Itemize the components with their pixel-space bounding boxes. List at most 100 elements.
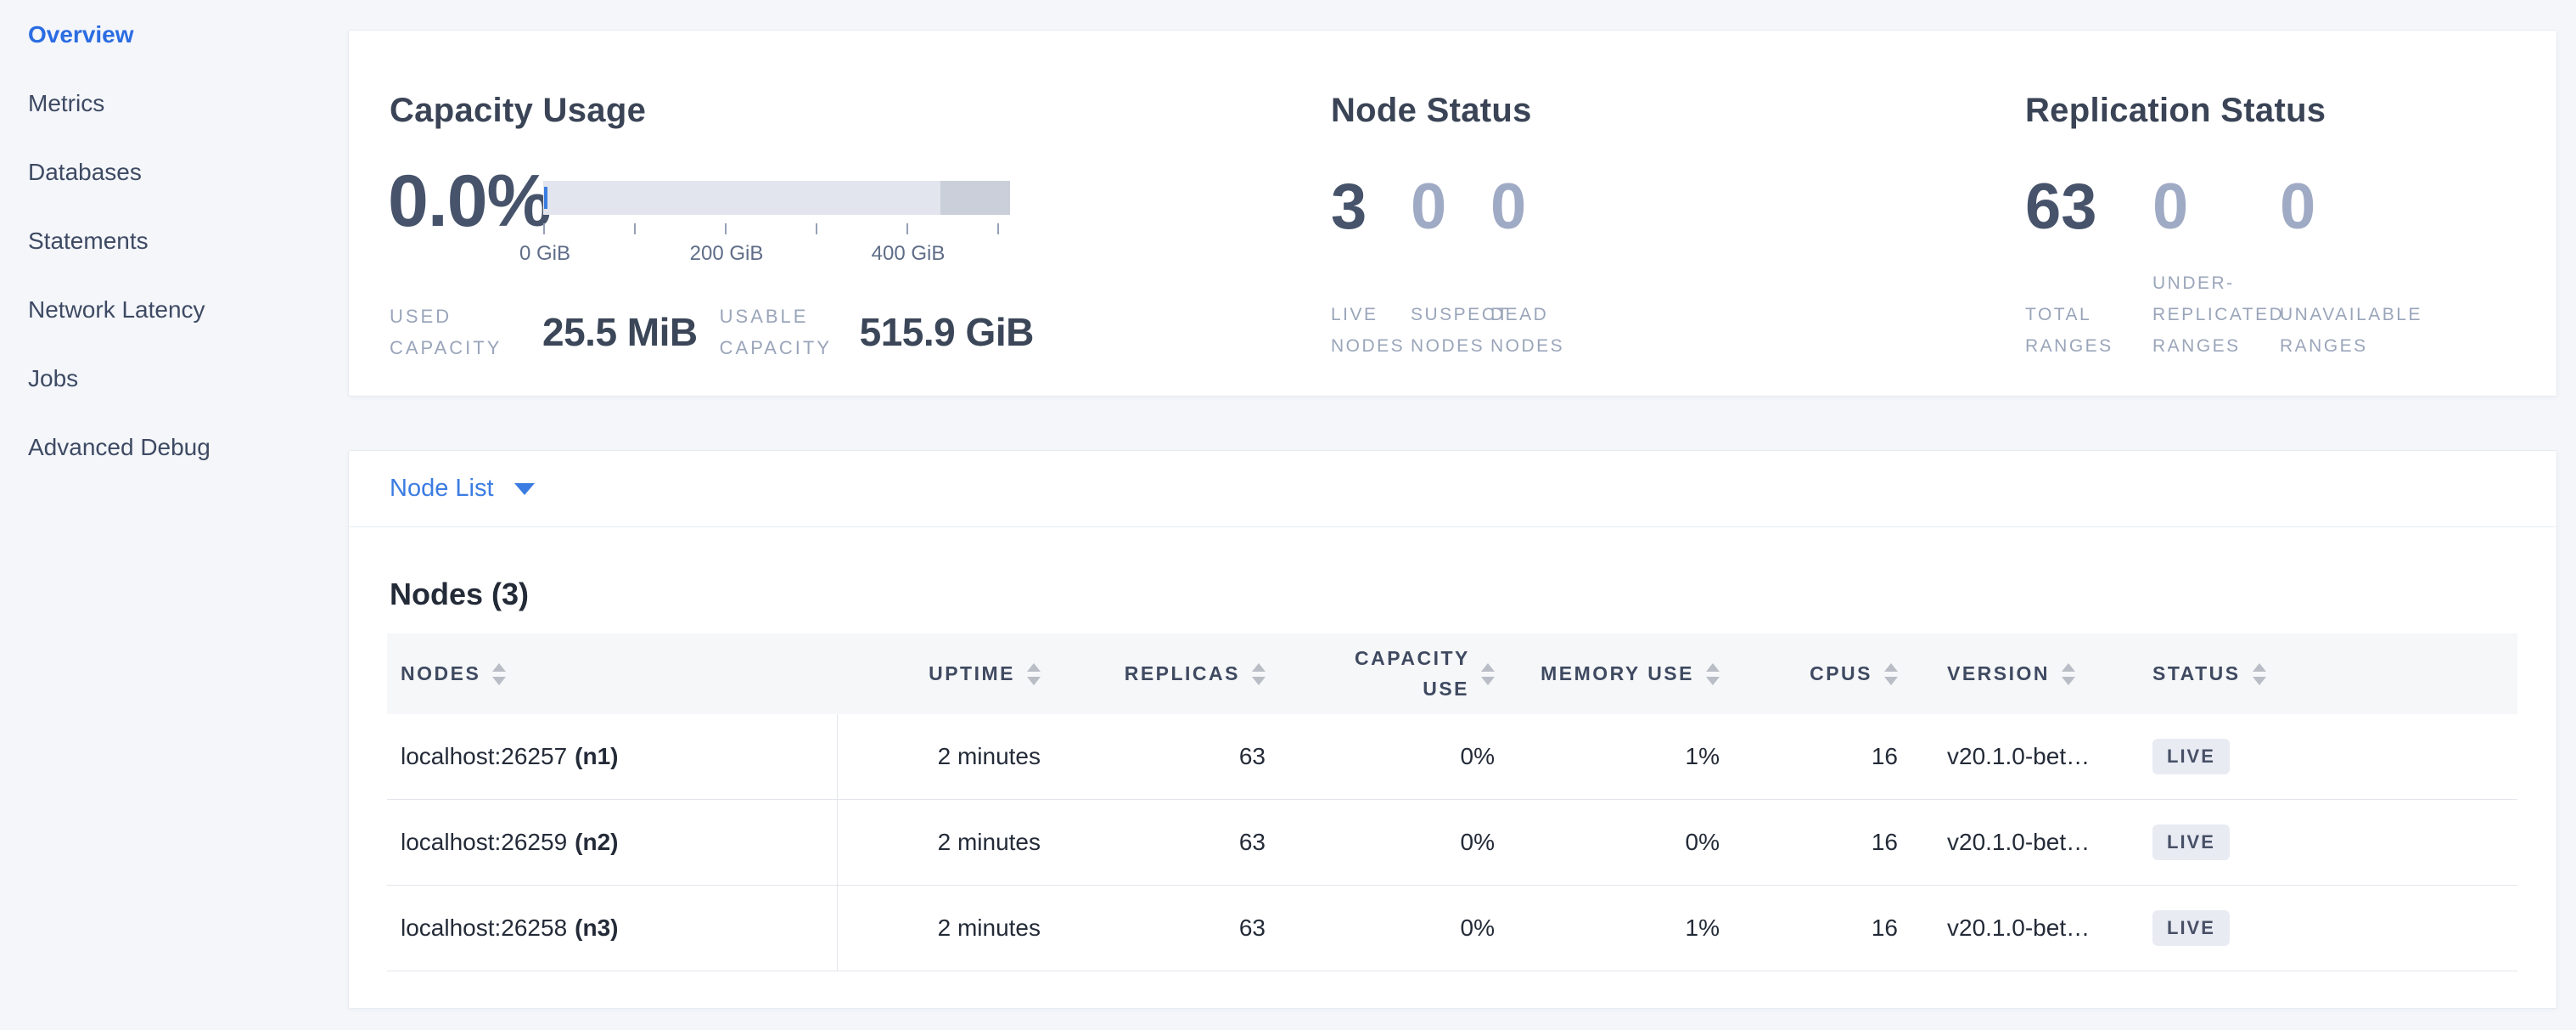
capacity-gauge-used-marker bbox=[544, 187, 547, 209]
node-id: (n3) bbox=[575, 915, 618, 942]
used-capacity-label: USED CAPACITY bbox=[390, 301, 542, 363]
column-label: NODES bbox=[401, 662, 480, 685]
column-label: MEMORY USE bbox=[1541, 662, 1694, 685]
memory-use-cell: 1% bbox=[1495, 886, 1720, 971]
axis-tick bbox=[906, 223, 908, 234]
sidebar-item-jobs[interactable]: Jobs bbox=[0, 344, 348, 413]
total-ranges-label: TOTAL RANGES bbox=[2025, 258, 2123, 362]
dead-nodes-label: DEAD NODES bbox=[1490, 258, 1570, 362]
live-nodes-stat: 3 LIVE NODES bbox=[1331, 175, 1411, 362]
node-status-stats: 3 LIVE NODES 0 SUSPECT NODES 0 DEAD NODE… bbox=[1331, 175, 1570, 362]
column-header-memory-use[interactable]: MEMORY USE bbox=[1495, 662, 1720, 685]
sidebar-item-overview[interactable]: Overview bbox=[0, 0, 348, 69]
node-id: (n1) bbox=[575, 743, 618, 770]
uptime-cell: 2 minutes bbox=[838, 714, 1041, 799]
unavailable-ranges-stat: 0 UNAVAILABLE RANGES bbox=[2280, 175, 2433, 362]
node-id: (n2) bbox=[575, 829, 618, 856]
column-label: REPLICAS bbox=[1125, 662, 1240, 685]
total-ranges-stat: 63 TOTAL RANGES bbox=[2025, 175, 2152, 362]
version-cell: v20.1.0-bet… bbox=[1898, 886, 2106, 971]
dead-nodes-stat: 0 DEAD NODES bbox=[1490, 175, 1570, 362]
node-address: localhost:26258 bbox=[401, 915, 567, 942]
axis-tick-label: 200 GiB bbox=[690, 242, 764, 266]
uptime-cell: 2 minutes bbox=[838, 886, 1041, 971]
column-header-uptime[interactable]: UPTIME bbox=[838, 662, 1041, 685]
sort-icon bbox=[1027, 663, 1041, 685]
status-badge: LIVE bbox=[2152, 825, 2230, 860]
column-header-nodes[interactable]: NODES bbox=[387, 662, 838, 685]
suspect-nodes-count: 0 bbox=[1411, 175, 1490, 239]
node-list-dropdown-label: Node List bbox=[390, 475, 494, 503]
suspect-nodes-label: SUSPECT NODES bbox=[1411, 258, 1490, 362]
cpus-cell: 16 bbox=[1720, 714, 1898, 799]
capacity-usage-title: Capacity Usage bbox=[390, 92, 646, 130]
column-header-version[interactable]: VERSION bbox=[1898, 662, 2106, 685]
status-cell: LIVE bbox=[2106, 714, 2517, 799]
node-address: localhost:26259 bbox=[401, 829, 567, 856]
node-cell: localhost:26257 (n1) bbox=[387, 714, 838, 799]
column-header-replicas[interactable]: REPLICAS bbox=[1041, 662, 1266, 685]
version-cell: v20.1.0-bet… bbox=[1898, 714, 2106, 799]
unavailable-ranges-count: 0 bbox=[2280, 175, 2433, 239]
node-address: localhost:26257 bbox=[401, 743, 567, 770]
sort-icon bbox=[1706, 663, 1720, 685]
live-nodes-label: LIVE NODES bbox=[1331, 258, 1411, 362]
capacity-use-cell: 0% bbox=[1266, 886, 1495, 971]
column-header-status[interactable]: STATUS bbox=[2106, 662, 2517, 685]
column-label: CAPACITY USE bbox=[1355, 644, 1469, 704]
sidebar-item-statements[interactable]: Statements bbox=[0, 206, 348, 275]
sidebar: Overview Metrics Databases Statements Ne… bbox=[0, 0, 348, 481]
status-cell: LIVE bbox=[2106, 886, 2517, 971]
sort-icon bbox=[1884, 663, 1898, 685]
nodes-table: NODES UPTIME REPLICAS CAPACITY USE MEMOR… bbox=[387, 633, 2517, 971]
status-badge: LIVE bbox=[2152, 739, 2230, 774]
column-header-cpus[interactable]: CPUS bbox=[1720, 662, 1898, 685]
sidebar-item-advanced-debug[interactable]: Advanced Debug bbox=[0, 413, 348, 481]
status-badge: LIVE bbox=[2152, 910, 2230, 946]
cpus-cell: 16 bbox=[1720, 886, 1898, 971]
column-header-capacity-use[interactable]: CAPACITY USE bbox=[1266, 644, 1495, 704]
sort-icon bbox=[492, 663, 506, 685]
capacity-use-cell: 0% bbox=[1266, 800, 1495, 885]
sidebar-item-metrics[interactable]: Metrics bbox=[0, 69, 348, 138]
replication-status-title: Replication Status bbox=[2025, 92, 2326, 130]
column-label: CPUS bbox=[1810, 662, 1872, 685]
column-label: STATUS bbox=[2152, 662, 2241, 685]
uptime-cell: 2 minutes bbox=[838, 800, 1041, 885]
table-row[interactable]: localhost:26259 (n2) 2 minutes 63 0% 0% … bbox=[387, 800, 2517, 886]
used-capacity-value: 25.5 MiB bbox=[542, 309, 698, 355]
axis-tick bbox=[634, 223, 636, 234]
sort-icon bbox=[2062, 663, 2075, 685]
capacity-used-percent: 0.0% bbox=[388, 165, 551, 238]
status-cell: LIVE bbox=[2106, 800, 2517, 885]
replicas-cell: 63 bbox=[1041, 886, 1266, 971]
node-status-title: Node Status bbox=[1331, 92, 1532, 130]
view-selector-strip: Node List bbox=[349, 451, 2556, 527]
table-row[interactable]: localhost:26257 (n1) 2 minutes 63 0% 1% … bbox=[387, 714, 2517, 800]
chevron-down-icon bbox=[514, 483, 535, 495]
node-cell: localhost:26259 (n2) bbox=[387, 800, 838, 885]
node-list-card: Node List Nodes (3) NODES UPTIME REPLICA… bbox=[348, 450, 2557, 1009]
axis-tick bbox=[816, 223, 817, 234]
sort-icon bbox=[1481, 663, 1495, 685]
node-list-dropdown[interactable]: Node List bbox=[390, 475, 535, 503]
total-ranges-count: 63 bbox=[2025, 175, 2152, 239]
under-replicated-ranges-count: 0 bbox=[2152, 175, 2280, 239]
nodes-heading: Nodes (3) bbox=[390, 577, 529, 612]
sidebar-item-databases[interactable]: Databases bbox=[0, 138, 348, 206]
cluster-summary-card: Capacity Usage 0.0% 0 GiB 200 GiB 400 Gi… bbox=[348, 30, 2557, 397]
node-cell: localhost:26258 (n3) bbox=[387, 886, 838, 971]
usable-capacity-label: USABLE CAPACITY bbox=[720, 301, 860, 363]
memory-use-cell: 0% bbox=[1495, 800, 1720, 885]
table-row[interactable]: localhost:26258 (n3) 2 minutes 63 0% 1% … bbox=[387, 886, 2517, 971]
usable-capacity-value: 515.9 GiB bbox=[860, 309, 1034, 355]
axis-tick-label: 400 GiB bbox=[872, 242, 946, 266]
axis-tick bbox=[997, 223, 999, 234]
axis-tick bbox=[543, 223, 545, 234]
memory-use-cell: 1% bbox=[1495, 714, 1720, 799]
version-cell: v20.1.0-bet… bbox=[1898, 800, 2106, 885]
nodes-table-header: NODES UPTIME REPLICAS CAPACITY USE MEMOR… bbox=[387, 633, 2517, 714]
sort-icon bbox=[1252, 663, 1266, 685]
capacity-gauge bbox=[543, 181, 1010, 215]
sidebar-item-network-latency[interactable]: Network Latency bbox=[0, 275, 348, 344]
